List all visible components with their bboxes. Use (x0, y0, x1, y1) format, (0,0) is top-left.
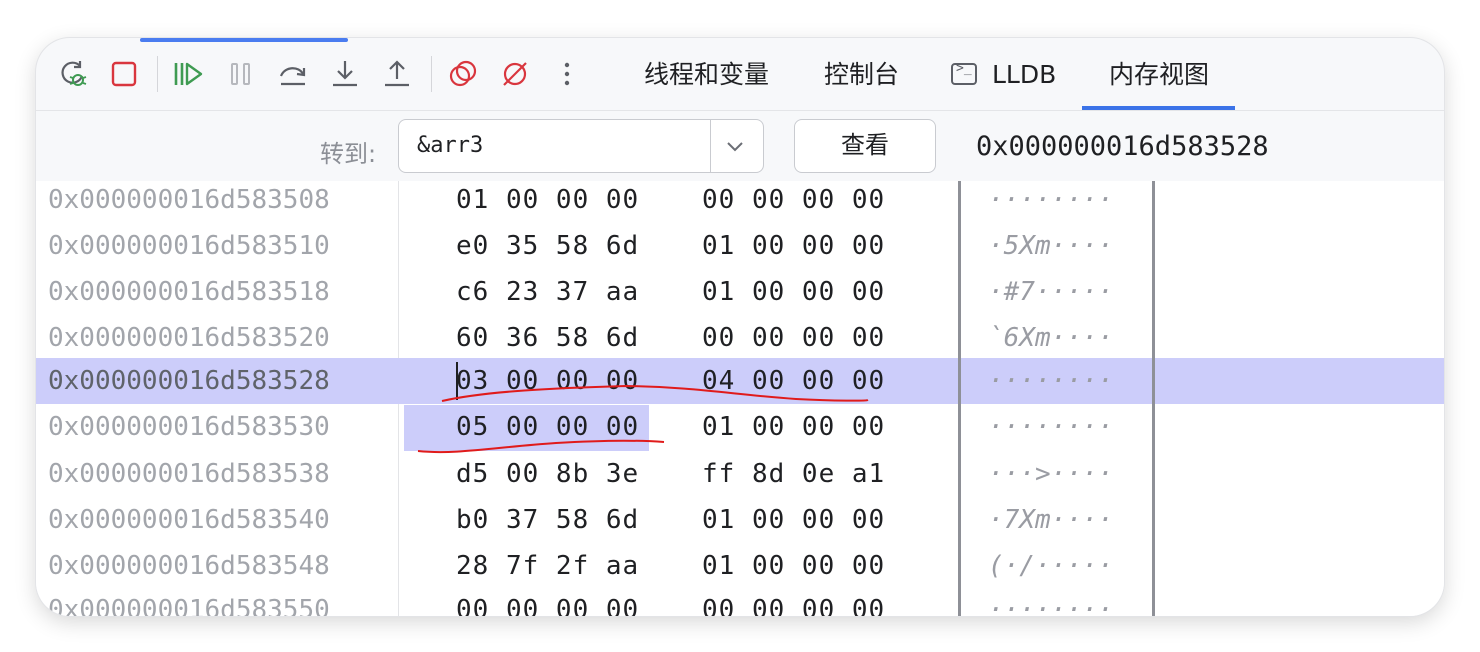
row-hex-group-1[interactable]: 05 00 00 00 (456, 412, 639, 442)
memory-row: 0x000000016d583538 d5 00 8b 3e ff 8d 0e … (36, 451, 1444, 497)
row-ascii[interactable]: ········ (988, 595, 1113, 616)
memory-row: 0x000000016d583520 60 36 58 6d 00 00 00 … (36, 315, 1444, 361)
row-hex-group-1[interactable]: 00 00 00 00 (456, 595, 639, 616)
breakpoints-icon[interactable] (447, 58, 479, 90)
row-ascii[interactable]: `6Xm···· (988, 323, 1113, 353)
rerun-debug-icon[interactable] (58, 58, 90, 90)
row-ascii[interactable]: ········ (988, 366, 1113, 396)
row-address: 0x000000016d583520 (48, 323, 330, 353)
goto-label: 转到: (320, 140, 377, 168)
row-hex-group-2[interactable]: 04 00 00 00 (702, 366, 885, 396)
goto-address-combobox[interactable]: &arr3 (398, 119, 764, 173)
row-hex-group-2[interactable]: 00 00 00 00 (702, 595, 885, 616)
row-ascii[interactable]: ········ (988, 412, 1113, 442)
row-hex-group-1[interactable]: 60 36 58 6d (456, 323, 639, 353)
row-hex-group-1[interactable]: c6 23 37 aa (456, 277, 639, 307)
row-address: 0x000000016d583530 (48, 412, 330, 442)
row-ascii[interactable]: ········ (988, 185, 1113, 215)
resume-icon[interactable] (172, 58, 204, 90)
row-address: 0x000000016d583508 (48, 185, 330, 215)
row-hex-group-1[interactable]: e0 35 58 6d (456, 231, 639, 261)
memory-row-selected: 0x000000016d583528 03 00 00 00 04 00 00 … (36, 358, 1444, 404)
tab-console[interactable]: 控制台 (824, 58, 899, 92)
debug-toolbar: 线程和变量 控制台 >_ LLDB 内存视图 (36, 38, 1444, 111)
row-ascii[interactable]: ·7Xm···· (988, 505, 1113, 535)
toolbar-separator (157, 56, 158, 92)
memory-row: 0x000000016d583550 00 00 00 00 00 00 00 … (36, 587, 1444, 616)
terminal-icon: >_ (951, 61, 977, 85)
tab-lldb[interactable]: LLDB (992, 58, 1056, 92)
step-over-icon[interactable] (277, 58, 309, 90)
chevron-down-icon[interactable] (723, 136, 747, 156)
row-ascii[interactable]: ·#7····· (988, 277, 1113, 307)
ascii-column-right-border (1152, 181, 1155, 616)
ascii-column-left-border (958, 181, 961, 616)
goto-bar: 转到: &arr3 查看 0x000000016d583528 (36, 111, 1444, 181)
row-hex-group-1[interactable]: 01 00 00 00 (456, 185, 639, 215)
memory-row: 0x000000016d583510 e0 35 58 6d 01 00 00 … (36, 223, 1444, 269)
memory-view[interactable]: 0x000000016d583508 01 00 00 00 00 00 00 … (36, 181, 1444, 616)
row-ascii[interactable]: ···>···· (988, 459, 1113, 489)
more-icon[interactable] (551, 58, 583, 90)
text-caret (456, 362, 458, 400)
debugger-panel: 线程和变量 控制台 >_ LLDB 内存视图 转到: &arr3 查看 0x00… (36, 38, 1444, 616)
row-hex-group-1[interactable]: b0 37 58 6d (456, 505, 639, 535)
stop-icon[interactable] (108, 58, 140, 90)
row-hex-group-2[interactable]: 01 00 00 00 (702, 551, 885, 581)
memory-row: 0x000000016d583548 28 7f 2f aa 01 00 00 … (36, 543, 1444, 589)
terminal-icon-glyph: >_ (956, 61, 972, 76)
goto-address-input[interactable]: &arr3 (417, 133, 483, 158)
tab-memory-view[interactable]: 内存视图 (1081, 58, 1236, 110)
row-address: 0x000000016d583540 (48, 505, 330, 535)
toolbar-separator (431, 56, 432, 92)
step-into-icon[interactable] (329, 58, 361, 90)
combobox-divider (710, 120, 711, 172)
tab-threads-variables[interactable]: 线程和变量 (644, 58, 769, 92)
pause-icon[interactable] (225, 58, 257, 90)
row-address: 0x000000016d583538 (48, 459, 330, 489)
row-ascii[interactable]: ·5Xm···· (988, 231, 1113, 261)
memory-row: 0x000000016d583540 b0 37 58 6d 01 00 00 … (36, 497, 1444, 543)
row-hex-group-1[interactable]: 03 00 00 00 (456, 366, 639, 396)
row-hex-group-2[interactable]: ff 8d 0e a1 (702, 459, 885, 489)
memory-row: 0x000000016d583508 01 00 00 00 00 00 00 … (36, 181, 1444, 223)
row-ascii[interactable]: (·/····· (988, 551, 1113, 581)
row-address: 0x000000016d583548 (48, 551, 330, 581)
step-out-icon[interactable] (381, 58, 413, 90)
row-hex-group-1[interactable]: d5 00 8b 3e (456, 459, 639, 489)
memory-row: 0x000000016d583518 c6 23 37 aa 01 00 00 … (36, 269, 1444, 315)
row-hex-group-1[interactable]: 28 7f 2f aa (456, 551, 639, 581)
row-hex-group-2[interactable]: 00 00 00 00 (702, 323, 885, 353)
memory-row: 0x000000016d583530 05 00 00 00 01 00 00 … (36, 404, 1444, 450)
view-button[interactable]: 查看 (794, 119, 936, 173)
current-address: 0x000000016d583528 (976, 131, 1269, 162)
mute-breakpoints-icon[interactable] (499, 58, 531, 90)
row-address: 0x000000016d583550 (48, 595, 330, 616)
row-hex-group-2[interactable]: 01 00 00 00 (702, 505, 885, 535)
row-hex-group-2[interactable]: 01 00 00 00 (702, 277, 885, 307)
row-address: 0x000000016d583510 (48, 231, 330, 261)
row-hex-group-2[interactable]: 00 00 00 00 (702, 185, 885, 215)
row-hex-group-2[interactable]: 01 00 00 00 (702, 412, 885, 442)
row-address: 0x000000016d583528 (48, 366, 330, 396)
row-hex-group-2[interactable]: 01 00 00 00 (702, 231, 885, 261)
row-address: 0x000000016d583518 (48, 277, 330, 307)
